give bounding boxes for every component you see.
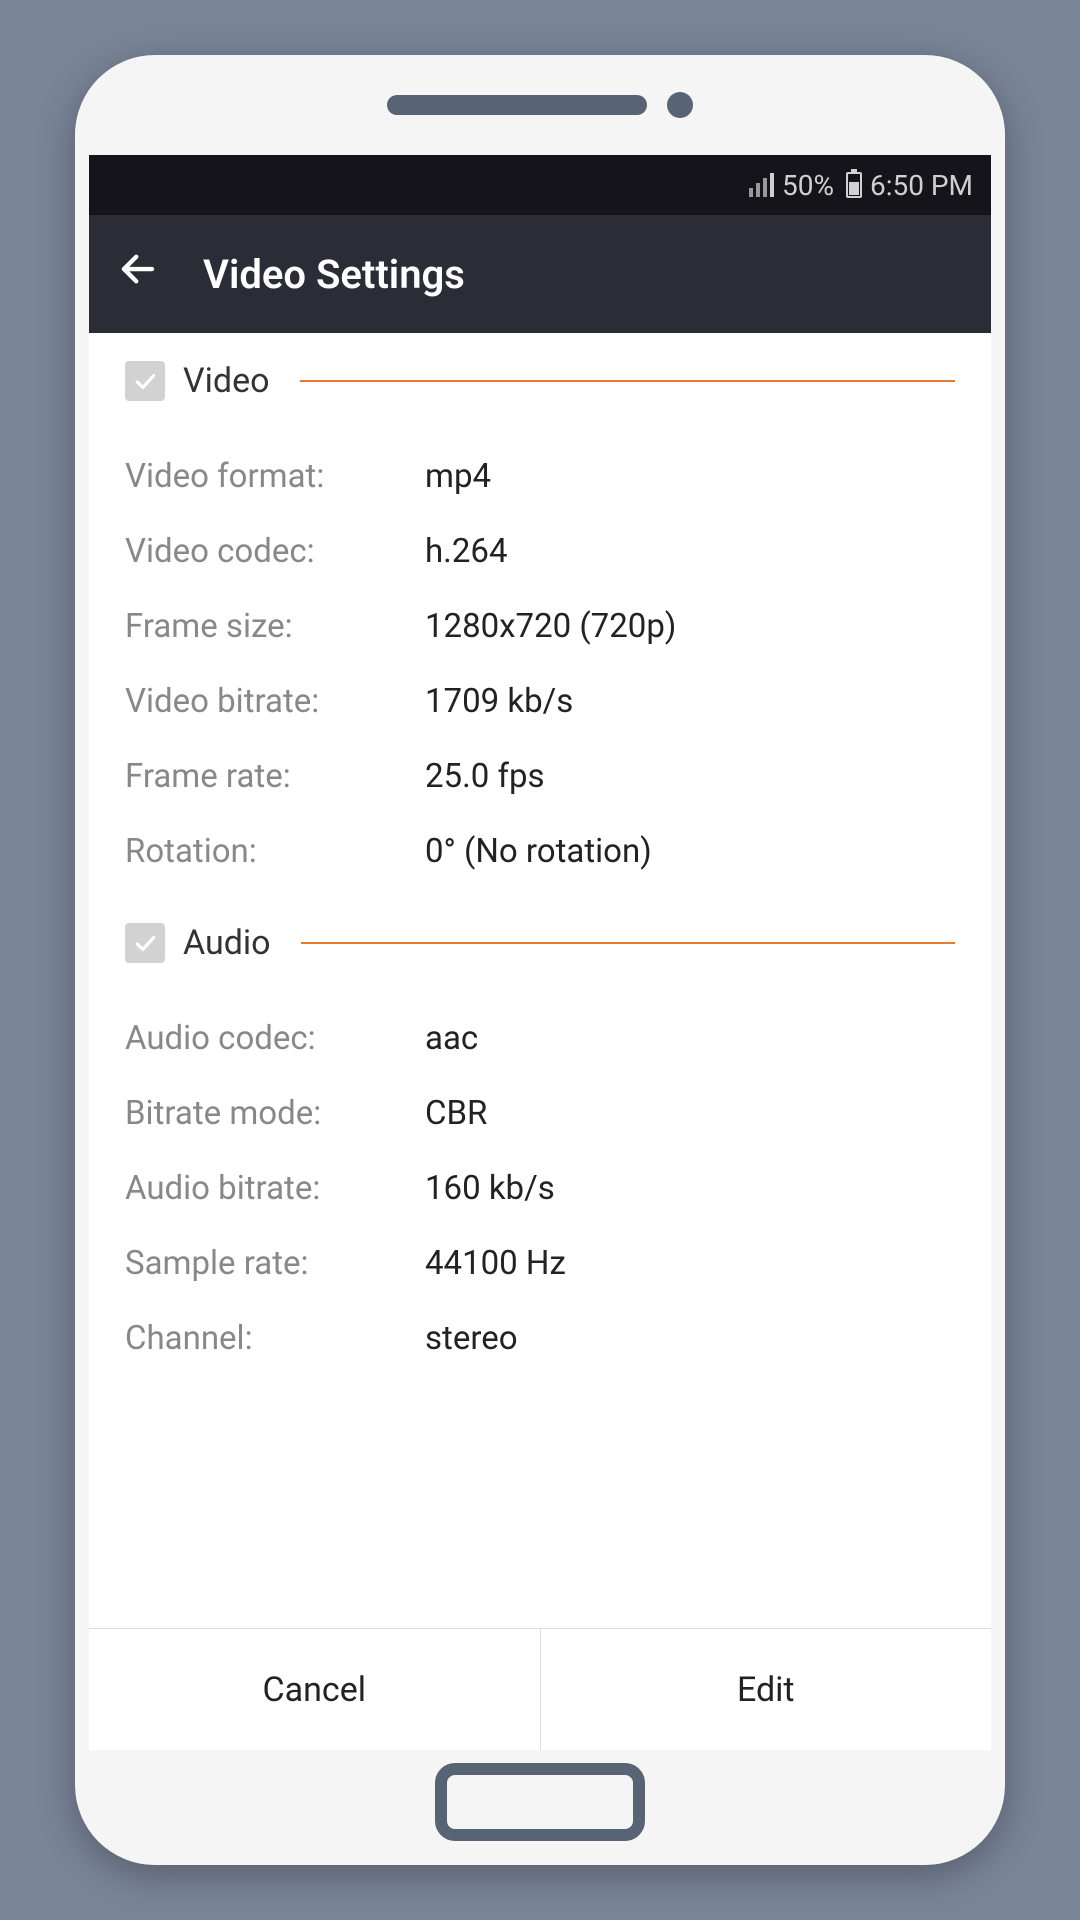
status-time: 6:50 PM <box>870 169 973 202</box>
row-value: 160 kb/s <box>425 1169 555 1208</box>
divider <box>300 380 955 382</box>
row-label: Audio codec: <box>125 1019 425 1058</box>
row-audio-codec[interactable]: Audio codec: aac <box>125 1001 955 1076</box>
row-label: Bitrate mode: <box>125 1094 425 1133</box>
row-video-format[interactable]: Video format: mp4 <box>125 439 955 514</box>
row-label: Sample rate: <box>125 1244 425 1283</box>
battery-text: 50% <box>782 169 834 202</box>
row-value: 0° (No rotation) <box>425 832 652 871</box>
battery-icon <box>846 172 862 198</box>
row-rotation[interactable]: Rotation: 0° (No rotation) <box>125 814 955 889</box>
row-label: Frame size: <box>125 607 425 646</box>
row-label: Audio bitrate: <box>125 1169 425 1208</box>
row-label: Video codec: <box>125 532 425 571</box>
settings-content[interactable]: Video Video format: mp4 Video codec: h.2… <box>89 333 991 1628</box>
row-label: Channel: <box>125 1319 425 1358</box>
row-value: 1709 kb/s <box>425 682 573 721</box>
audio-section-title: Audio <box>183 923 271 963</box>
row-value: CBR <box>425 1094 487 1133</box>
row-value: 25.0 fps <box>425 757 545 796</box>
check-icon <box>132 368 158 394</box>
arrow-left-icon <box>117 248 159 290</box>
bottom-action-bar: Cancel Edit <box>89 1628 991 1750</box>
back-button[interactable] <box>117 248 159 300</box>
divider <box>301 942 955 944</box>
row-value: h.264 <box>425 532 508 571</box>
row-channel[interactable]: Channel: stereo <box>125 1301 955 1376</box>
row-sample-rate[interactable]: Sample rate: 44100 Hz <box>125 1226 955 1301</box>
app-bar: Video Settings <box>89 215 991 333</box>
audio-checkbox[interactable] <box>125 923 165 963</box>
page-title: Video Settings <box>203 251 465 298</box>
row-label: Rotation: <box>125 832 425 871</box>
screen: 50% 6:50 PM Video Settings Video Video f… <box>89 155 991 1750</box>
row-value: 1280x720 (720p) <box>425 607 676 646</box>
check-icon <box>132 930 158 956</box>
row-bitrate-mode[interactable]: Bitrate mode: CBR <box>125 1076 955 1151</box>
video-section-title: Video <box>183 361 270 401</box>
row-frame-size[interactable]: Frame size: 1280x720 (720p) <box>125 589 955 664</box>
edit-button[interactable]: Edit <box>541 1629 992 1750</box>
row-audio-bitrate[interactable]: Audio bitrate: 160 kb/s <box>125 1151 955 1226</box>
row-frame-rate[interactable]: Frame rate: 25.0 fps <box>125 739 955 814</box>
phone-speaker <box>387 95 647 115</box>
row-label: Video format: <box>125 457 425 496</box>
row-video-codec[interactable]: Video codec: h.264 <box>125 514 955 589</box>
signal-icon <box>749 173 774 197</box>
row-label: Video bitrate: <box>125 682 425 721</box>
phone-hardware-top <box>75 55 1005 155</box>
row-value: 44100 Hz <box>425 1244 566 1283</box>
phone-home-button[interactable] <box>435 1763 645 1841</box>
cancel-button[interactable]: Cancel <box>89 1629 541 1750</box>
video-checkbox[interactable] <box>125 361 165 401</box>
video-section-header: Video <box>125 361 955 401</box>
phone-frame: 50% 6:50 PM Video Settings Video Video f… <box>75 55 1005 1865</box>
row-label: Frame rate: <box>125 757 425 796</box>
phone-camera <box>667 92 693 118</box>
row-value: mp4 <box>425 457 491 496</box>
audio-section-header: Audio <box>125 923 955 963</box>
status-bar: 50% 6:50 PM <box>89 155 991 215</box>
row-value: aac <box>425 1019 478 1058</box>
row-value: stereo <box>425 1319 518 1358</box>
row-video-bitrate[interactable]: Video bitrate: 1709 kb/s <box>125 664 955 739</box>
